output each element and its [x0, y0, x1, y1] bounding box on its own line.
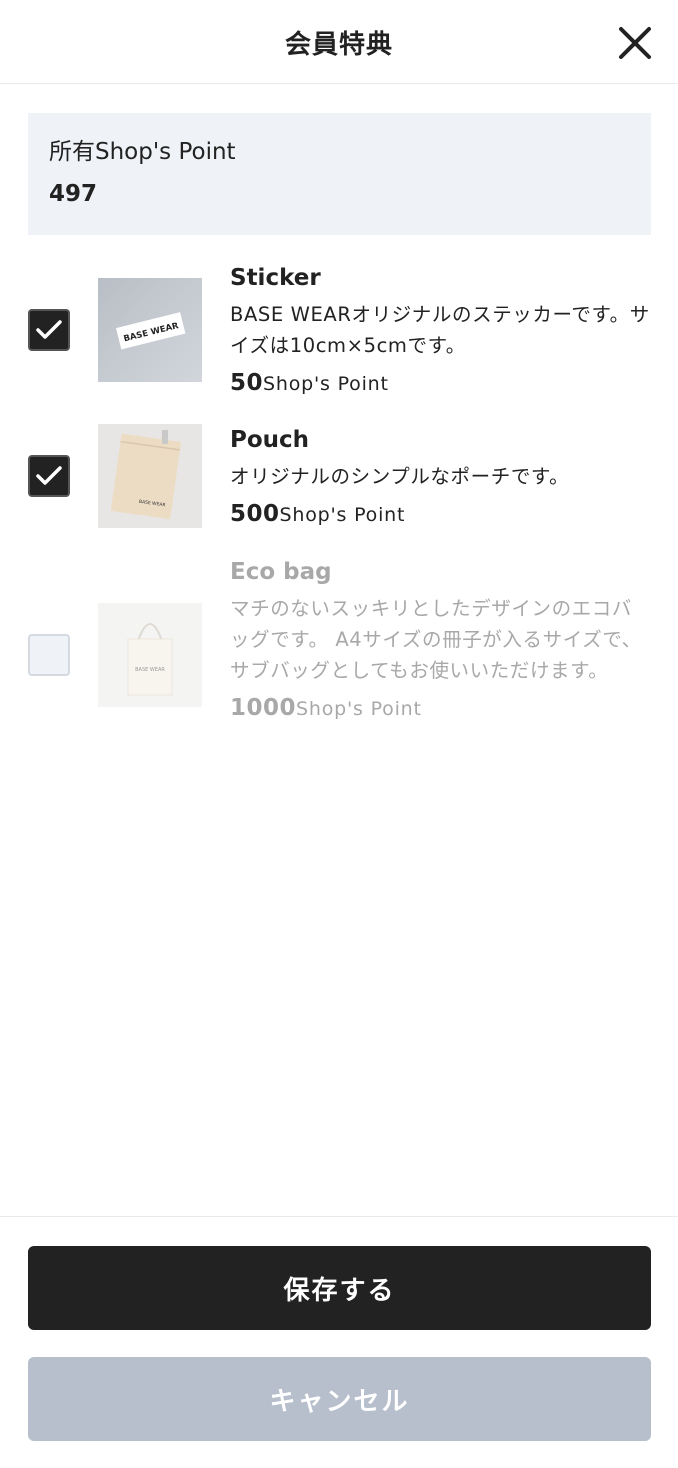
- pouch-name: Pouch: [230, 427, 310, 453]
- eco-bag-price-unit: Shop's Point: [296, 698, 422, 720]
- sticker-image: BASE WEAR: [98, 278, 202, 382]
- modal-header: 会員特典: [0, 0, 678, 84]
- save-button[interactable]: 保存する: [28, 1246, 651, 1330]
- pouch-image: BASE WEAR: [98, 424, 202, 528]
- pouch-description: オリジナルのシンプルなポーチです。: [230, 465, 570, 488]
- checkmark-icon: [36, 466, 62, 485]
- close-icon: [619, 27, 651, 59]
- points-value: 497: [49, 181, 98, 207]
- cancel-button[interactable]: キャンセル: [28, 1357, 651, 1441]
- eco-bag-price-value: 1000: [230, 695, 297, 721]
- sticker-price-value: 50: [230, 370, 264, 396]
- svg-text:BASE WEAR: BASE WEAR: [135, 667, 165, 673]
- pouch-checkbox[interactable]: [28, 455, 70, 497]
- pouch-price-value: 500: [230, 501, 280, 527]
- sticker-price: 50Shop's Point: [230, 367, 650, 401]
- eco-bag-name: Eco bag: [230, 559, 332, 585]
- eco-bag-description: マチのないスッキリとしたデザインのエコバッグです。 A4サイズの冊子が入るサイズ…: [230, 597, 642, 682]
- close-button[interactable]: [612, 20, 658, 66]
- sticker-price-unit: Shop's Point: [263, 373, 389, 395]
- eco-bag-checkbox[interactable]: [28, 634, 70, 676]
- eco-bag-price: 1000Shop's Point: [230, 692, 650, 726]
- points-label: 所有Shop's Point: [49, 139, 236, 165]
- sticker-description: BASE WEARオリジナルのステッカーです。サイズは10cm×5cmです。: [230, 303, 650, 357]
- pouch-price-unit: Shop's Point: [279, 504, 406, 526]
- pouch-price: 500Shop's Point: [230, 498, 650, 532]
- checkmark-icon: [36, 320, 62, 339]
- sticker-name: Sticker: [230, 265, 321, 291]
- footer-divider: [0, 1216, 678, 1217]
- modal-title: 会員特典: [284, 30, 393, 60]
- eco-bag-image: BASE WEAR: [98, 603, 202, 707]
- sticker-checkbox[interactable]: [28, 309, 70, 351]
- points-summary: 所有Shop's Point 497: [28, 113, 651, 235]
